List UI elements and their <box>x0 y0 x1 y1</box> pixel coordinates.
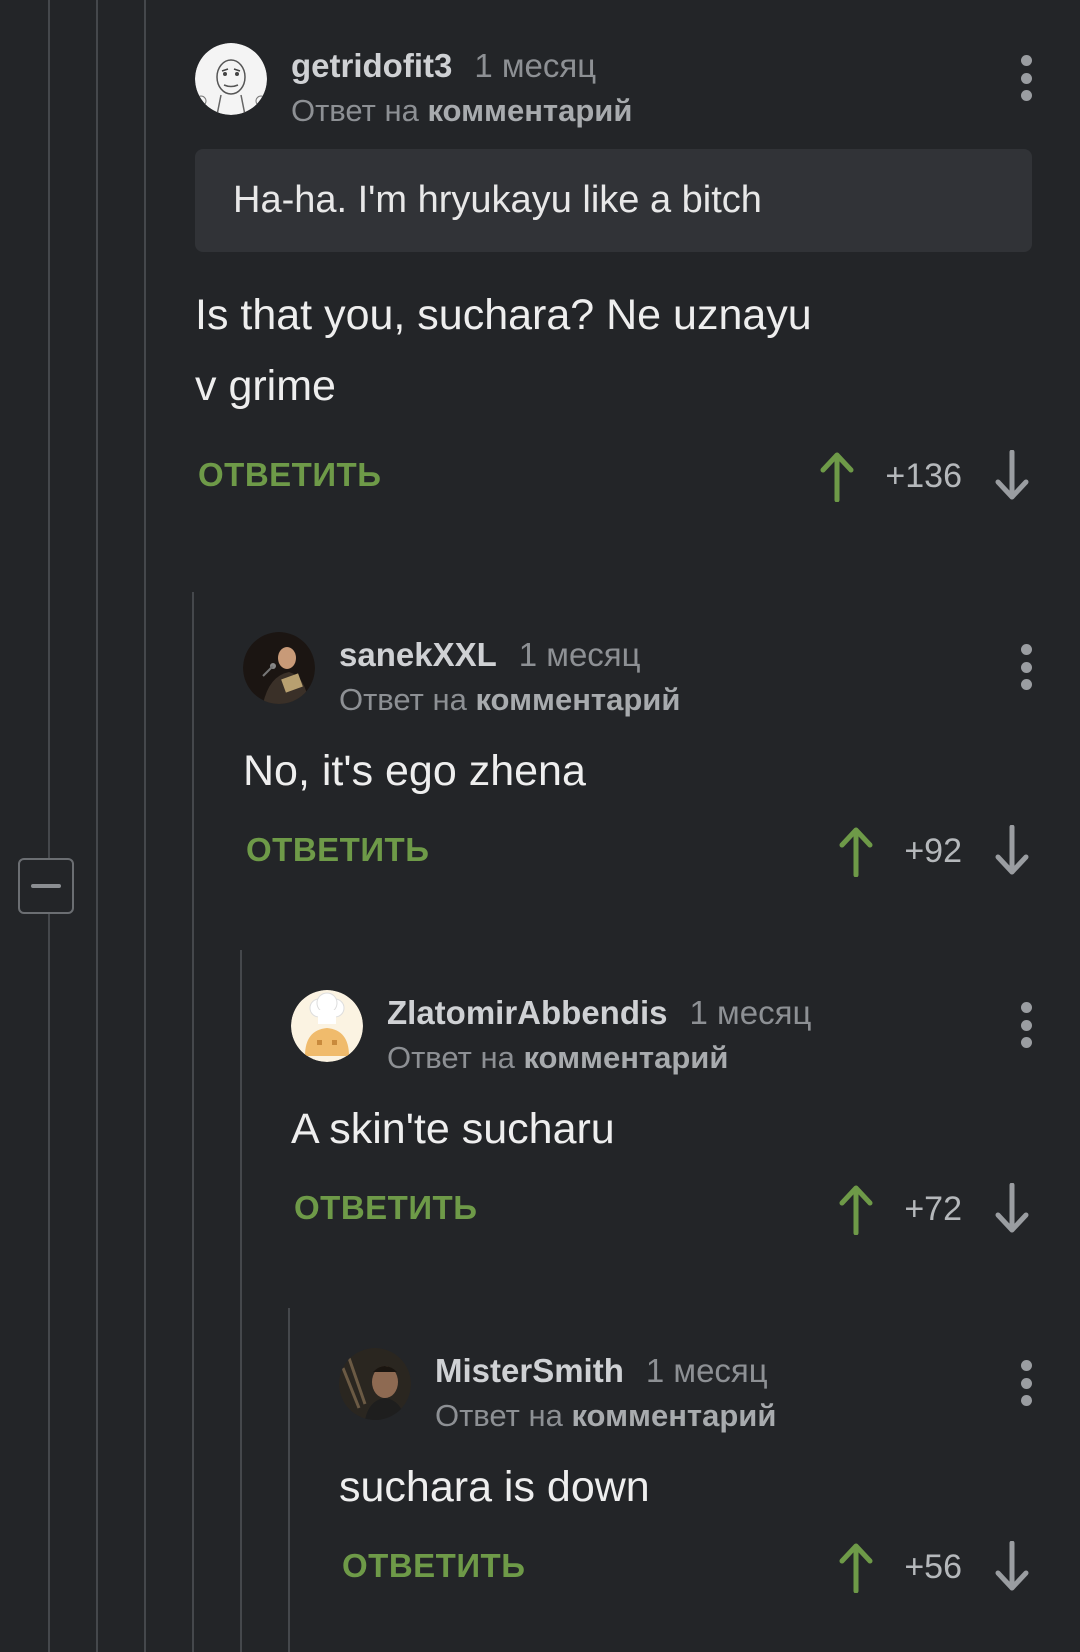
upvote-arrow-icon[interactable] <box>836 1183 876 1235</box>
downvote-arrow-icon[interactable] <box>992 1183 1032 1235</box>
upvote-arrow-icon[interactable] <box>836 825 876 877</box>
thread-line <box>48 0 50 858</box>
comment-time: 1 месяц <box>518 636 641 673</box>
thread-line <box>96 0 98 1652</box>
more-options-icon[interactable] <box>1020 644 1032 690</box>
vote-controls: +72 <box>836 1179 1032 1239</box>
reply-button[interactable]: ОТВЕТИТЬ <box>198 456 381 494</box>
comment: getridofit3 1 месяц Ответ на комментарий … <box>195 43 1032 506</box>
comment-header: sanekXXL 1 месяц Ответ на комментарий <box>243 632 1032 717</box>
reply-target-link[interactable]: комментарий <box>475 682 680 717</box>
comment-actions: ОТВЕТИТЬ +56 <box>339 1537 1032 1597</box>
comment-text: suchara is down <box>339 1463 650 1511</box>
comment-actions: ОТВЕТИТЬ +136 <box>195 446 1032 506</box>
more-options-icon[interactable] <box>1020 1002 1032 1048</box>
thread-line <box>192 592 194 1652</box>
reply-button[interactable]: ОТВЕТИТЬ <box>342 1547 525 1585</box>
reply-to-line: Ответ на комментарий <box>387 1040 729 1075</box>
downvote-arrow-icon[interactable] <box>992 450 1032 502</box>
thread-line <box>48 914 50 1652</box>
comment-text: No, it's ego zhena <box>243 747 586 795</box>
reply-to-line: Ответ на комментарий <box>339 682 681 717</box>
singer-photo-avatar[interactable] <box>243 632 315 704</box>
comment: ZlatomirAbbendis 1 месяц Ответ на коммент… <box>291 990 1032 1239</box>
vote-controls: +136 <box>817 446 1032 506</box>
downvote-arrow-icon[interactable] <box>992 1541 1032 1593</box>
thread-line <box>144 0 146 1652</box>
comment-text: A skin'te sucharu <box>291 1105 615 1153</box>
comment-header: MisterSmith 1 месяц Ответ на комментарий <box>339 1348 1032 1433</box>
comment: sanekXXL 1 месяц Ответ на комментарий No,… <box>243 632 1032 881</box>
vote-controls: +56 <box>836 1537 1032 1597</box>
comment-text: Is that you, suchara? Ne uznayu v grime <box>195 291 812 410</box>
reply-target-link[interactable]: комментарий <box>523 1040 728 1075</box>
upvote-arrow-icon[interactable] <box>836 1541 876 1593</box>
minus-icon <box>31 884 61 888</box>
comment-actions: ОТВЕТИТЬ +92 <box>243 821 1032 881</box>
comment-time: 1 месяц <box>645 1352 768 1389</box>
collapse-thread-button[interactable] <box>18 858 74 914</box>
score: +92 <box>904 831 962 870</box>
chef-hat-avatar[interactable] <box>291 990 363 1062</box>
reply-target-link[interactable]: комментарий <box>427 93 632 128</box>
vote-controls: +92 <box>836 821 1032 881</box>
author-name[interactable]: MisterSmith 1 месяц <box>435 1352 768 1390</box>
man-portrait-avatar[interactable] <box>339 1348 411 1420</box>
reply-button[interactable]: ОТВЕТИТЬ <box>294 1189 477 1227</box>
author-name[interactable]: sanekXXL 1 месяц <box>339 636 641 674</box>
score: +72 <box>904 1189 962 1228</box>
troll-face-avatar[interactable] <box>195 43 267 115</box>
score: +136 <box>885 456 962 495</box>
thread-line <box>288 1308 290 1652</box>
quoted-text: Ha-ha. I'm hryukayu like a bitch <box>195 149 1032 252</box>
comment-actions: ОТВЕТИТЬ +72 <box>291 1179 1032 1239</box>
comment-header: getridofit3 1 месяц Ответ на комментарий <box>195 43 1032 128</box>
comment-time: 1 месяц <box>474 47 597 84</box>
upvote-arrow-icon[interactable] <box>817 450 857 502</box>
reply-target-link[interactable]: комментарий <box>571 1398 776 1433</box>
reply-to-line: Ответ на комментарий <box>291 93 633 128</box>
more-options-icon[interactable] <box>1020 55 1032 101</box>
more-options-icon[interactable] <box>1020 1360 1032 1406</box>
author-name[interactable]: getridofit3 1 месяц <box>291 47 596 85</box>
comment-header: ZlatomirAbbendis 1 месяц Ответ на коммент… <box>291 990 1032 1075</box>
thread-line <box>240 950 242 1652</box>
comment-time: 1 месяц <box>689 994 812 1031</box>
author-name[interactable]: ZlatomirAbbendis 1 месяц <box>387 994 811 1032</box>
comment: MisterSmith 1 месяц Ответ на комментарий … <box>339 1348 1032 1597</box>
reply-to-line: Ответ на комментарий <box>435 1398 777 1433</box>
reply-button[interactable]: ОТВЕТИТЬ <box>246 831 429 869</box>
downvote-arrow-icon[interactable] <box>992 825 1032 877</box>
score: +56 <box>904 1547 962 1586</box>
